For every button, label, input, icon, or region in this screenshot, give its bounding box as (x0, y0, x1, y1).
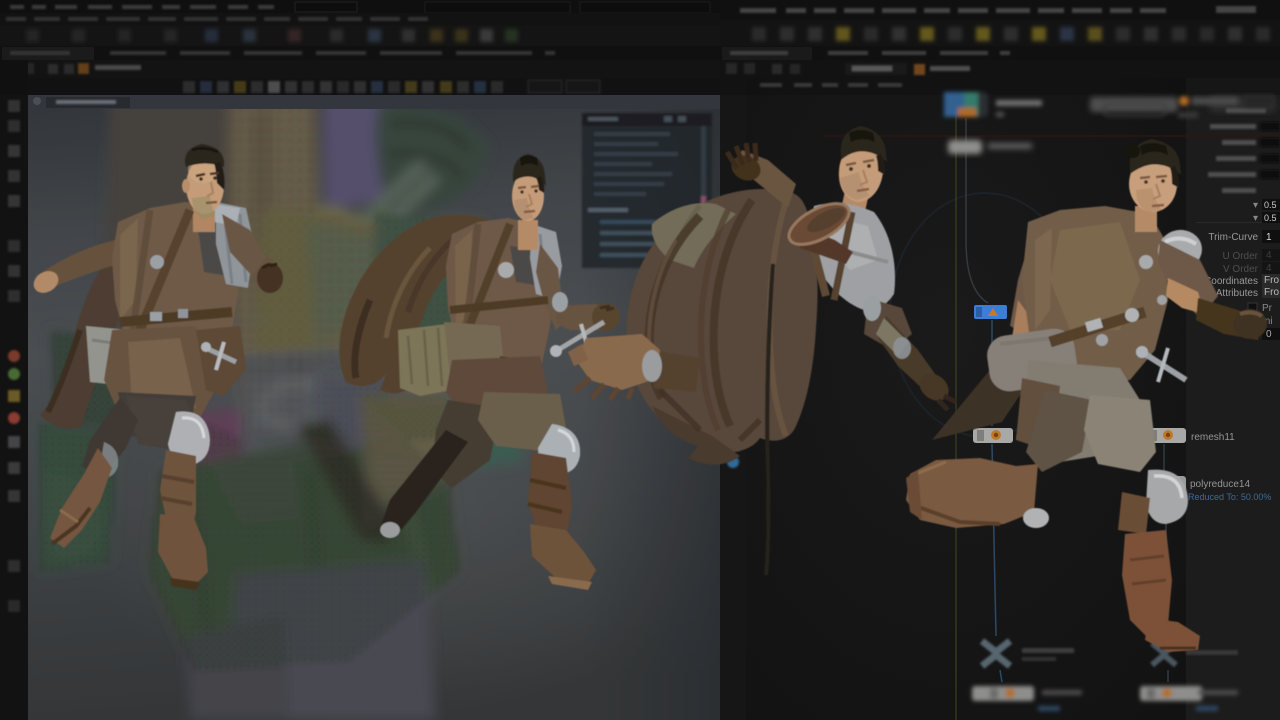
svg-text:▾: ▾ (1253, 213, 1258, 224)
svg-text:4: 4 (1266, 250, 1272, 261)
svg-text:Fro: Fro (1264, 275, 1279, 286)
svg-text:1: 1 (1266, 232, 1272, 243)
svg-text:0.5: 0.5 (1264, 200, 1277, 210)
svg-text:Fro: Fro (1264, 287, 1279, 298)
svg-text:polyreduce14: polyreduce14 (1190, 479, 1250, 490)
svg-text:4: 4 (1266, 263, 1272, 274)
svg-text:Reduced To: 50.00%: Reduced To: 50.00% (1188, 492, 1271, 502)
svg-text:Trim-Curve: Trim-Curve (1208, 232, 1258, 243)
svg-text:V Order: V Order (1223, 264, 1259, 275)
svg-text:0.5: 0.5 (1264, 213, 1277, 223)
svg-text:0: 0 (1266, 329, 1272, 340)
svg-text:Pr: Pr (1262, 303, 1273, 314)
svg-text:▾: ▾ (1253, 200, 1258, 211)
svg-text:U Order: U Order (1222, 251, 1258, 262)
svg-text:remesh11: remesh11 (1191, 432, 1235, 443)
